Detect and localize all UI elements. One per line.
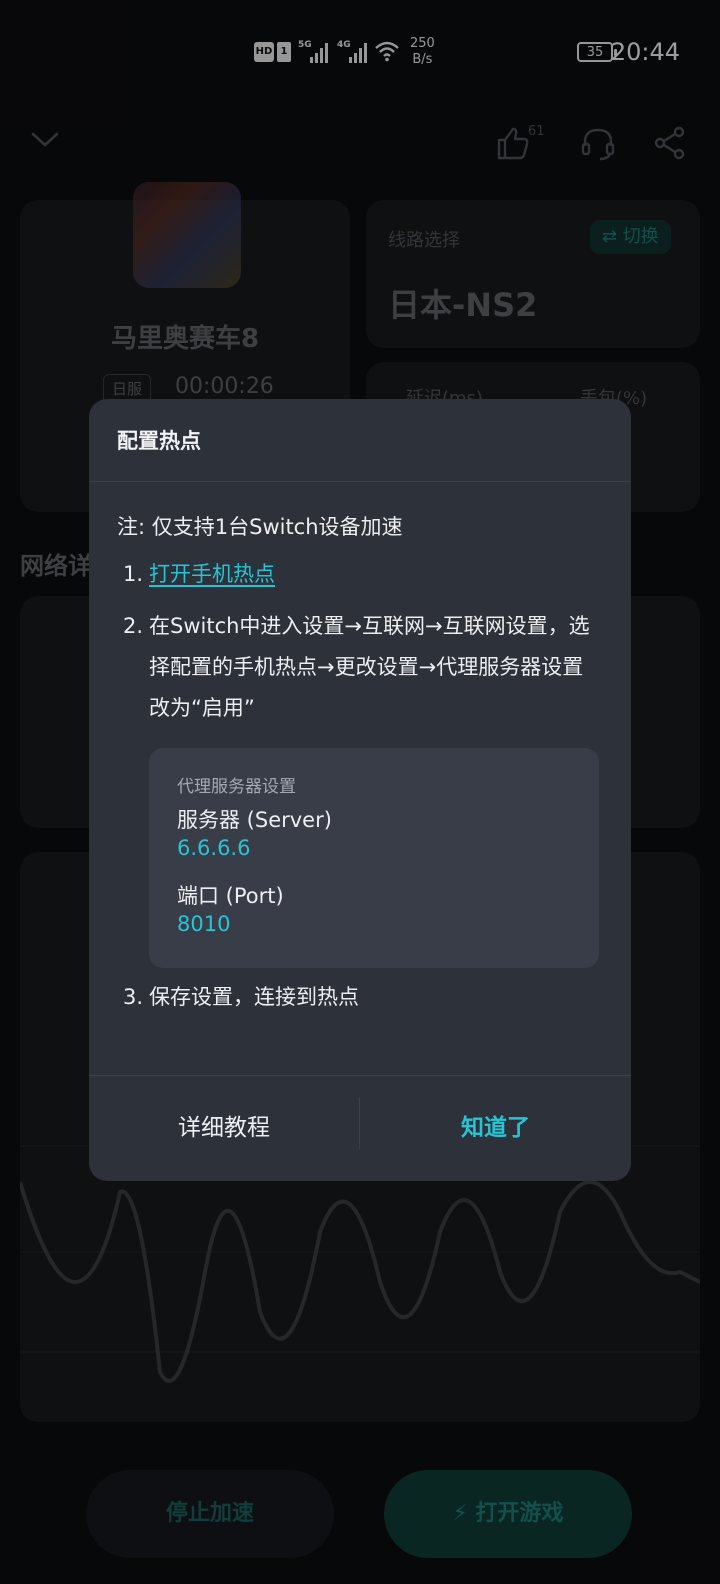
hotspot-config-dialog: 配置热点 注: 仅支持1台Switch设备加速 1. 打开手机热点 2. 在Sw…	[89, 399, 631, 1181]
port-label: 端口 (Port)	[177, 884, 284, 908]
port-value: 8010	[177, 912, 231, 936]
detailed-tutorial-button[interactable]: 详细教程	[89, 1076, 359, 1181]
step-1: 1. 打开手机热点	[123, 554, 599, 595]
proxy-box-title: 代理服务器设置	[177, 777, 296, 797]
step-number: 2.	[123, 614, 144, 638]
got-it-button[interactable]: 知道了	[360, 1076, 631, 1181]
step-number: 1.	[123, 562, 144, 586]
server-label: 服务器 (Server)	[177, 808, 332, 832]
dialog-note: 注: 仅支持1台Switch设备加速	[117, 515, 403, 539]
server-value: 6.6.6.6	[177, 836, 251, 860]
divider	[89, 481, 631, 482]
step-text: 保存设置，连接到热点	[149, 985, 359, 1009]
step-3: 3. 保存设置，连接到热点	[123, 977, 599, 1018]
open-hotspot-link[interactable]: 打开手机热点	[149, 554, 599, 595]
step-2: 2. 在Switch中进入设置→互联网→互联网设置，选择配置的手机热点→更改设置…	[123, 606, 599, 729]
dialog-title: 配置热点	[117, 429, 201, 453]
step-text: 在Switch中进入设置→互联网→互联网设置，选择配置的手机热点→更改设置→代理…	[149, 614, 590, 720]
proxy-settings-box: 代理服务器设置 服务器 (Server) 6.6.6.6 端口 (Port) 8…	[149, 748, 599, 968]
step-number: 3.	[123, 985, 144, 1009]
